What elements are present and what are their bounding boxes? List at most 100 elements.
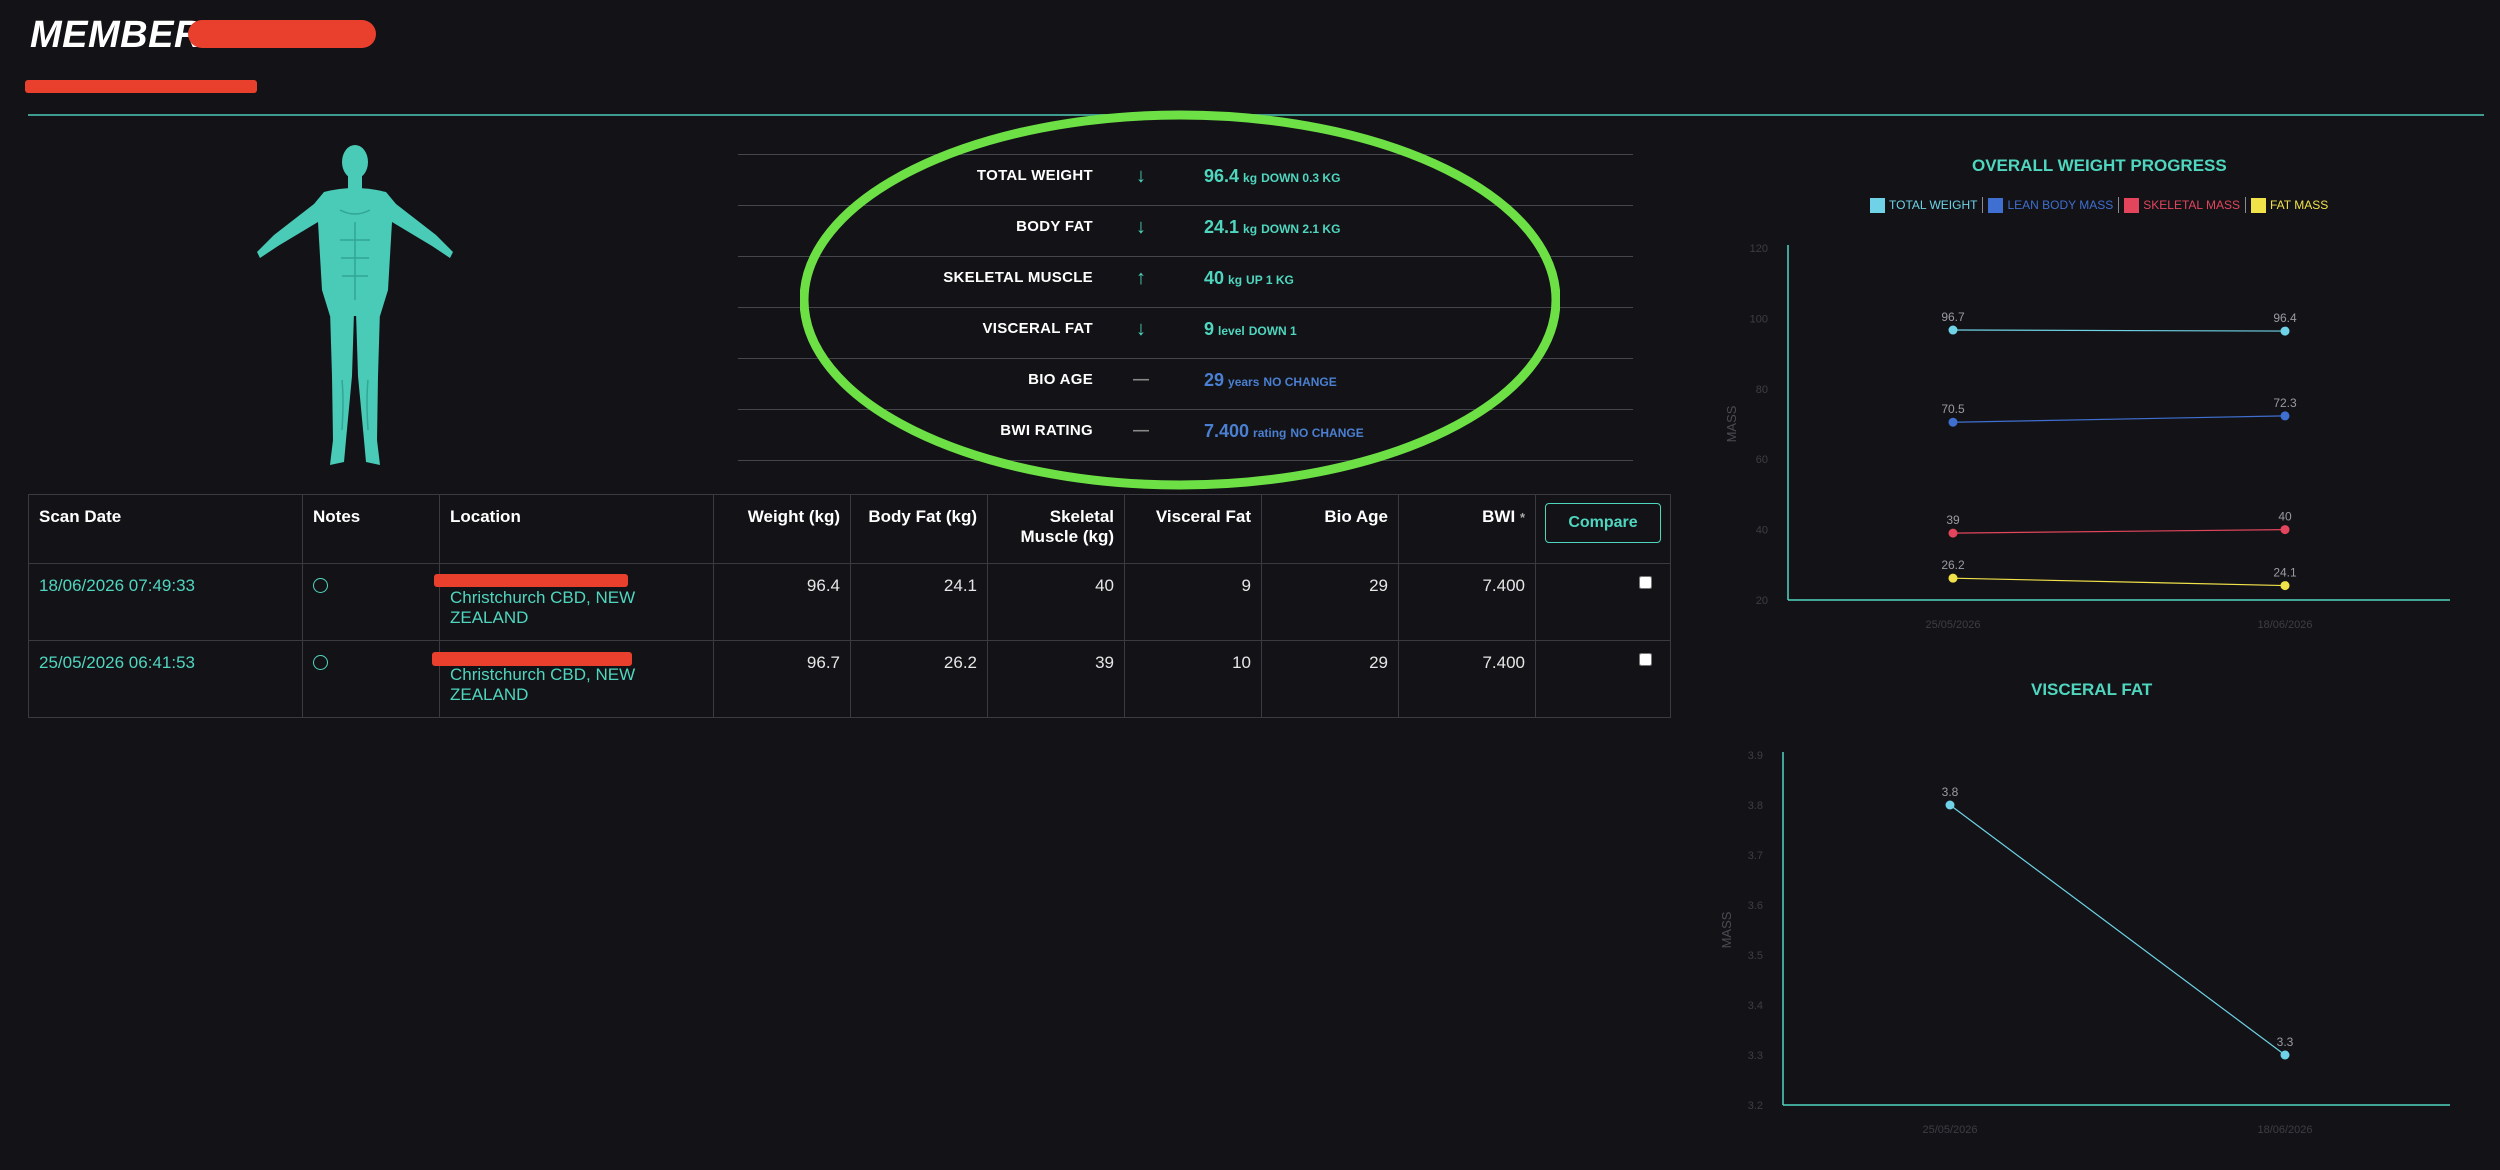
bwi-cell: 7.400: [1398, 563, 1536, 641]
redacted-member-name: [188, 20, 376, 48]
skeletal-cell: 40: [987, 563, 1125, 641]
data-label: 96.4: [2273, 311, 2297, 325]
header-bio-age[interactable]: Bio Age: [1261, 494, 1399, 564]
metric-visceral-fat: VISCERAL FAT ↓ 9 level DOWN 1: [738, 307, 1633, 358]
metric-value: 24.1 kg DOWN 2.1 KG: [1204, 217, 1341, 237]
body-fat-cell: 26.2: [850, 640, 988, 718]
series-line: [1952, 577, 2286, 587]
scan-date-link[interactable]: 18/06/2026 07:49:33: [28, 563, 303, 641]
y-tick-label: 3.3: [1748, 1050, 1763, 1062]
metric-label: BIO AGE: [1028, 371, 1093, 388]
x-tick-label: 18/06/2026: [2257, 619, 2312, 631]
series-line: [1949, 804, 2286, 1056]
header-weight[interactable]: Weight (kg): [713, 494, 851, 564]
y-tick-label: 3.2: [1748, 1100, 1763, 1112]
metric-label: TOTAL WEIGHT: [976, 167, 1093, 184]
redacted-member-email: [25, 80, 257, 93]
data-label: 39: [1946, 513, 1960, 527]
dash-icon: —: [1133, 422, 1149, 439]
compare-cell: [1535, 563, 1671, 641]
y-tick-label: 3.7: [1748, 850, 1763, 862]
y-tick-label: 3.9: [1748, 750, 1763, 762]
compare-cell: [1535, 640, 1671, 718]
legend-separator: [2244, 197, 2246, 213]
y-tick-label: 40: [1756, 525, 1768, 537]
note-circle-icon[interactable]: [313, 655, 328, 670]
compare-button[interactable]: Compare: [1545, 503, 1661, 543]
legend-swatch: [2250, 197, 2266, 213]
metric-bio-age: BIO AGE — 29 years NO CHANGE: [738, 358, 1633, 409]
y-tick-label: 3.5: [1748, 950, 1763, 962]
data-label: 70.5: [1941, 402, 1965, 416]
table-header-row: Scan Date Notes Location Weight (kg) Bod…: [28, 494, 1671, 564]
legend-lean-body-mass[interactable]: LEAN BODY MASS: [1988, 197, 2114, 213]
header-location[interactable]: Location: [439, 494, 714, 564]
legend-fat-mass[interactable]: FAT MASS: [2250, 197, 2328, 213]
data-point: [1948, 417, 1958, 427]
metric-label: SKELETAL MUSCLE: [943, 269, 1093, 286]
notes-cell: [302, 640, 440, 718]
metric-label: BWI RATING: [1000, 422, 1093, 439]
legend-separator: [2118, 197, 2120, 213]
compare-checkbox[interactable]: [1639, 653, 1652, 666]
arrow-down-icon: ↓: [1136, 318, 1146, 340]
header-scan-date[interactable]: Scan Date: [28, 494, 303, 564]
arrow-down-icon: ↓: [1136, 216, 1146, 238]
weight-cell: 96.4: [713, 563, 851, 641]
y-tick-label: 20: [1756, 595, 1768, 607]
header-notes[interactable]: Notes: [302, 494, 440, 564]
y-axis-label: MASS: [1719, 911, 1734, 948]
metric-skeletal-muscle: SKELETAL MUSCLE ↑ 40 kg UP 1 KG: [738, 256, 1633, 307]
redacted-location-name: [434, 574, 628, 587]
metric-label: BODY FAT: [1016, 218, 1093, 235]
series-line: [1952, 329, 2286, 332]
metric-label: VISCERAL FAT: [982, 320, 1093, 337]
header-visceral-fat[interactable]: Visceral Fat: [1124, 494, 1262, 564]
metric-value: 40 kg UP 1 KG: [1204, 268, 1294, 288]
y-tick-label: 120: [1750, 243, 1768, 255]
legend-label: LEAN BODY MASS: [2007, 198, 2114, 212]
location-city: Christchurch CBD, NEW ZEALAND: [450, 665, 636, 704]
data-point: [2280, 525, 2290, 535]
metric-bwi-rating: BWI RATING — 7.400 rating NO CHANGE: [738, 409, 1633, 461]
data-point: [2280, 326, 2290, 336]
y-tick-label: 100: [1750, 313, 1768, 325]
data-point: [2280, 1050, 2290, 1060]
table-row[interactable]: 18/06/2026 07:49:33 Christchurch CBD, NE…: [28, 563, 1671, 641]
bio-age-cell: 29: [1261, 563, 1399, 641]
metric-value: 9 level DOWN 1: [1204, 319, 1297, 339]
metric-body-fat: BODY FAT ↓ 24.1 kg DOWN 2.1 KG: [738, 205, 1633, 256]
legend-label: SKELETAL MASS: [2143, 198, 2240, 212]
metric-value: 96.4 kg DOWN 0.3 KG: [1204, 166, 1341, 186]
body-model-figure: [257, 145, 453, 465]
data-point: [1948, 573, 1958, 583]
skeletal-cell: 39: [987, 640, 1125, 718]
legend-skeletal-mass[interactable]: SKELETAL MASS: [2124, 197, 2240, 213]
table-row[interactable]: 25/05/2026 06:41:53 Christchurch CBD, NE…: [28, 640, 1671, 718]
header-bwi[interactable]: BWI *: [1398, 494, 1536, 564]
metric-total-weight: TOTAL WEIGHT ↓ 96.4 kg DOWN 0.3 KG: [738, 154, 1633, 205]
legend-swatch: [2124, 197, 2140, 213]
data-point: [1945, 800, 1955, 810]
scan-date-link[interactable]: 25/05/2026 06:41:53: [28, 640, 303, 718]
x-tick-label: 18/06/2026: [2257, 1124, 2312, 1136]
data-point: [1948, 528, 1958, 538]
legend-swatch: [1988, 197, 2004, 213]
bio-age-cell: 29: [1261, 640, 1399, 718]
data-label: 26.2: [1941, 558, 1965, 572]
header-skeletal-muscle[interactable]: Skeletal Muscle (kg): [987, 494, 1125, 564]
arrow-up-icon: ↑: [1136, 267, 1146, 289]
header-body-fat[interactable]: Body Fat (kg): [850, 494, 988, 564]
visceral-fat-chart: 3.2 3.3 3.4 3.5 3.6 3.7 3.8 3.9 25/05/2026 18/06/…: [1719, 750, 2450, 1136]
y-axis-label: MASS: [1724, 405, 1739, 442]
compare-checkbox[interactable]: [1639, 576, 1652, 589]
legend-total-weight[interactable]: TOTAL WEIGHT: [1870, 197, 1977, 213]
note-circle-icon[interactable]: [313, 578, 328, 593]
metric-value: 29 years NO CHANGE: [1204, 370, 1337, 390]
visceral-chart-title: VISCERAL FAT: [2031, 680, 2153, 699]
weight-chart-legend: TOTAL WEIGHT LEAN BODY MASS SKELETAL MAS…: [1870, 197, 2328, 213]
x-tick-label: 25/05/2026: [1922, 1124, 1977, 1136]
data-label: 24.1: [2273, 566, 2297, 580]
legend-swatch: [1870, 197, 1885, 213]
location-cell: Christchurch CBD, NEW ZEALAND: [432, 640, 714, 718]
